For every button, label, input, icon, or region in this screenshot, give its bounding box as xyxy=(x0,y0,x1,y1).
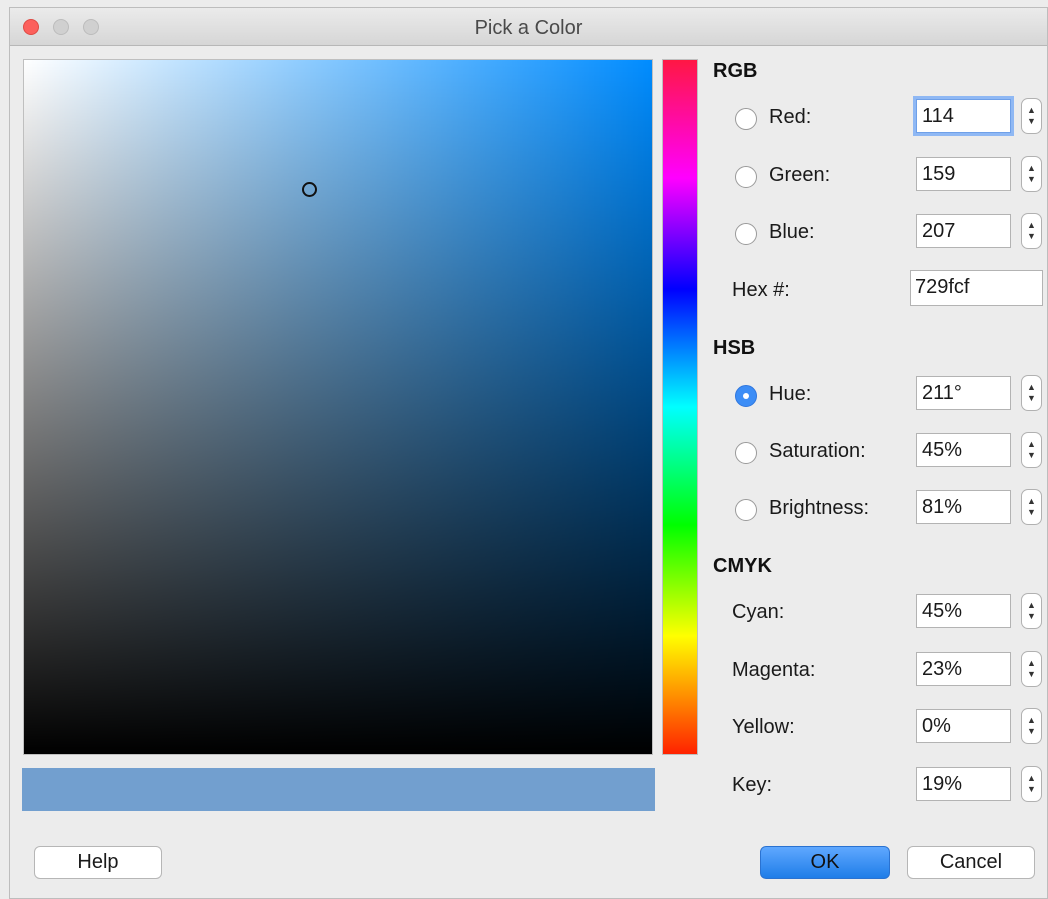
key-stepper[interactable]: ▲ ▼ xyxy=(1021,766,1042,802)
saturation-field[interactable]: 45% xyxy=(916,433,1011,467)
red-field[interactable]: 114 xyxy=(916,99,1011,133)
hue-slider[interactable] xyxy=(662,59,698,755)
color-cursor[interactable] xyxy=(302,182,317,197)
brightness-gradient xyxy=(24,60,652,754)
yellow-field[interactable]: 0% xyxy=(916,709,1011,743)
saturation-brightness-field[interactable] xyxy=(23,59,653,755)
red-radio[interactable] xyxy=(735,108,757,130)
green-label: Green: xyxy=(769,164,831,186)
hue-radio[interactable] xyxy=(735,385,757,407)
blue-field[interactable]: 207 xyxy=(916,214,1011,248)
saturation-radio[interactable] xyxy=(735,442,757,464)
cancel-button[interactable]: Cancel xyxy=(907,846,1035,879)
hue-stepper[interactable]: ▲ ▼ xyxy=(1021,375,1042,411)
hex-field[interactable]: 729fcf xyxy=(910,270,1043,306)
key-field[interactable]: 19% xyxy=(916,767,1011,801)
cyan-stepper[interactable]: ▲ ▼ xyxy=(1021,593,1042,629)
window-title: Pick a Color xyxy=(474,17,583,39)
saturation-stepper[interactable]: ▲ ▼ xyxy=(1021,432,1042,468)
magenta-stepper[interactable]: ▲ ▼ xyxy=(1021,651,1042,687)
rgb-heading: RGB xyxy=(713,60,758,82)
green-radio[interactable] xyxy=(735,166,757,188)
red-label: Red: xyxy=(769,106,812,128)
blue-label: Blue: xyxy=(769,221,815,243)
brightness-label: Brightness: xyxy=(769,497,870,519)
brightness-radio[interactable] xyxy=(735,499,757,521)
color-preview-swatch xyxy=(22,768,655,811)
green-field[interactable]: 159 xyxy=(916,157,1011,191)
blue-stepper[interactable]: ▲ ▼ xyxy=(1021,213,1042,249)
help-button[interactable]: Help xyxy=(34,846,162,879)
yellow-label: Yellow: xyxy=(732,716,795,738)
cyan-field[interactable]: 45% xyxy=(916,594,1011,628)
color-picker-dialog: Pick a Color RGB Red: 114 ▲ ▼ Green: 159 … xyxy=(9,7,1048,899)
key-label: Key: xyxy=(732,774,773,796)
blue-radio[interactable] xyxy=(735,223,757,245)
cmyk-heading: CMYK xyxy=(713,555,772,577)
hue-field[interactable]: 211° xyxy=(916,376,1011,410)
hue-label: Hue: xyxy=(769,383,812,405)
red-stepper[interactable]: ▲ ▼ xyxy=(1021,98,1042,134)
ok-button[interactable]: OK xyxy=(760,846,890,879)
green-stepper[interactable]: ▲ ▼ xyxy=(1021,156,1042,192)
saturation-label: Saturation: xyxy=(769,440,866,462)
cyan-label: Cyan: xyxy=(732,601,785,623)
magenta-field[interactable]: 23% xyxy=(916,652,1011,686)
brightness-stepper[interactable]: ▲ ▼ xyxy=(1021,489,1042,525)
title-bar: Pick a Color xyxy=(10,8,1047,46)
hsb-heading: HSB xyxy=(713,337,756,359)
hex-label: Hex #: xyxy=(732,279,790,301)
brightness-field[interactable]: 81% xyxy=(916,490,1011,524)
yellow-stepper[interactable]: ▲ ▼ xyxy=(1021,708,1042,744)
magenta-label: Magenta: xyxy=(732,659,816,681)
